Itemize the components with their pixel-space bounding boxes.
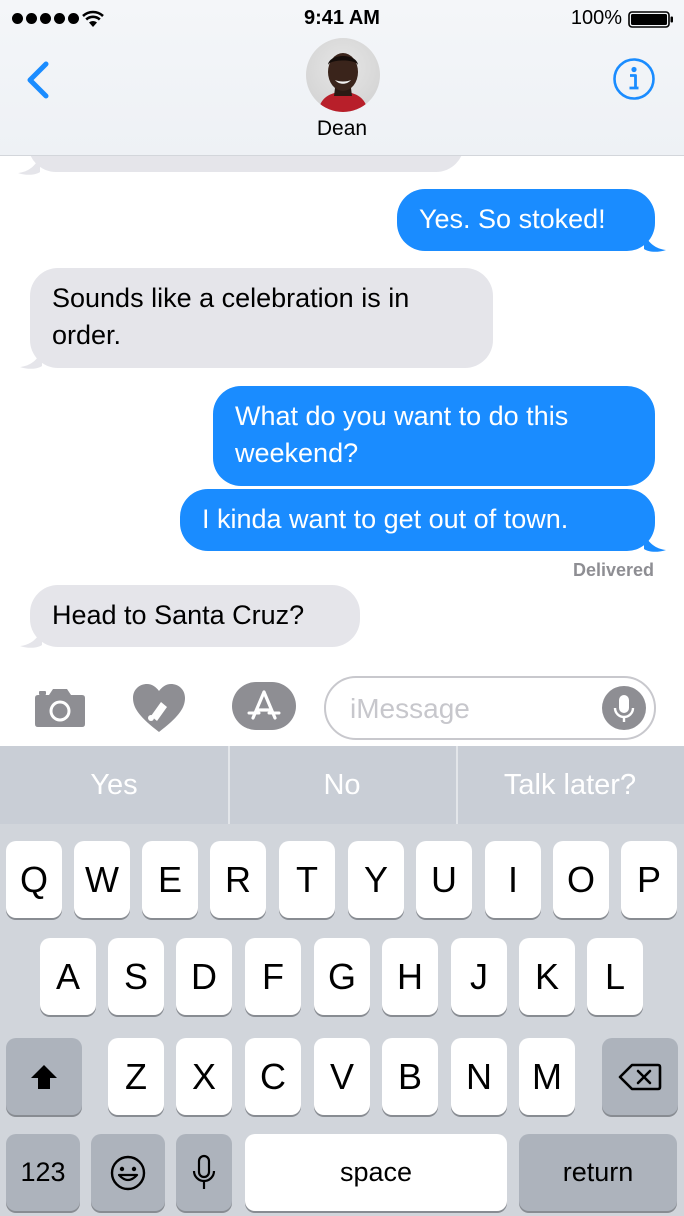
key-k[interactable]: K <box>519 938 575 1015</box>
key-j[interactable]: J <box>451 938 507 1015</box>
message-text: What do you want to do this weekend? <box>235 401 569 468</box>
message-text: Yes. So stoked! <box>419 204 606 234</box>
microphone-icon <box>192 1154 216 1189</box>
key-z[interactable]: Z <box>108 1038 164 1115</box>
message-bubble-outgoing[interactable]: I kinda want to get out of town. <box>180 489 655 551</box>
numbers-key[interactable]: 123 <box>6 1134 80 1211</box>
contact-avatar[interactable] <box>306 38 380 112</box>
key-v[interactable]: V <box>314 1038 370 1115</box>
back-chevron-icon[interactable] <box>24 60 52 100</box>
delete-key[interactable] <box>602 1038 678 1115</box>
avatar-photo <box>318 53 368 112</box>
message-input[interactable] <box>350 692 600 726</box>
message-bubble-outgoing[interactable]: Yes. So stoked! <box>397 189 655 251</box>
message-text: Head to Santa Cruz? <box>52 600 305 630</box>
key-m[interactable]: M <box>519 1038 575 1115</box>
message-bubble-incoming[interactable]: Sounds like a celebration is in order. <box>30 268 493 368</box>
message-input-bar <box>0 666 684 748</box>
camera-icon[interactable] <box>34 686 86 728</box>
bubble-tail <box>644 533 666 552</box>
microphone-icon <box>613 695 635 722</box>
dictation-key[interactable] <box>176 1134 232 1211</box>
key-e[interactable]: E <box>142 841 198 918</box>
key-a[interactable]: A <box>40 938 96 1015</box>
message-thread[interactable]: Yes. So stoked! Sounds like a celebratio… <box>0 156 684 666</box>
status-bar: 9:41 AM 100% <box>0 0 684 38</box>
key-q[interactable]: Q <box>6 841 62 918</box>
return-key-label: return <box>562 1157 634 1187</box>
message-bubble-partial <box>28 156 464 172</box>
key-n[interactable]: N <box>451 1038 507 1115</box>
key-i[interactable]: I <box>485 841 541 918</box>
bubble-tail <box>18 156 40 175</box>
key-f[interactable]: F <box>245 938 301 1015</box>
key-w[interactable]: W <box>74 841 130 918</box>
contact-name[interactable]: Dean <box>0 117 684 141</box>
shift-icon <box>31 1064 57 1089</box>
suggestion-no[interactable]: No <box>228 746 456 824</box>
delivered-status: Delivered <box>572 560 654 580</box>
suggestion-yes[interactable]: Yes <box>0 746 228 824</box>
dictation-button[interactable] <box>602 686 646 730</box>
key-c[interactable]: C <box>245 1038 301 1115</box>
key-o[interactable]: O <box>553 841 609 918</box>
key-x[interactable]: X <box>176 1038 232 1115</box>
key-l[interactable]: L <box>587 938 643 1015</box>
key-t[interactable]: T <box>279 841 335 918</box>
key-h[interactable]: H <box>382 938 438 1015</box>
delete-icon <box>618 1063 662 1090</box>
predictive-text-bar: Yes No Talk later? <box>0 746 684 824</box>
message-text: Sounds like a celebration is in order. <box>52 283 410 350</box>
numbers-key-label: 123 <box>20 1157 66 1187</box>
emoji-key[interactable] <box>91 1134 165 1211</box>
message-bubble-incoming[interactable]: Head to Santa Cruz? <box>30 585 360 647</box>
battery-percentage: 100% <box>570 7 622 29</box>
emoji-icon <box>110 1155 146 1190</box>
bubble-tail <box>20 629 42 648</box>
message-text: I kinda want to get out of town. <box>202 504 569 534</box>
key-b[interactable]: B <box>382 1038 438 1115</box>
battery-icon <box>628 11 673 28</box>
key-p[interactable]: P <box>621 841 677 918</box>
bubble-tail <box>644 233 666 252</box>
shift-key[interactable] <box>6 1038 82 1115</box>
app-store-icon[interactable] <box>232 682 296 730</box>
info-icon[interactable] <box>612 57 656 101</box>
navigation-header: 9:41 AM 100% Dean <box>0 0 684 156</box>
space-key[interactable]: space <box>245 1134 507 1211</box>
keyboard: Q W E R T Y U I O P A S D F G H J K L Z … <box>0 824 684 1216</box>
message-bubble-outgoing[interactable]: What do you want to do this weekend? <box>213 386 655 486</box>
key-r[interactable]: R <box>210 841 266 918</box>
digital-touch-icon[interactable] <box>131 682 187 734</box>
imessage-field[interactable] <box>324 676 656 740</box>
bubble-tail <box>20 350 42 369</box>
key-g[interactable]: G <box>314 938 370 1015</box>
return-key[interactable]: return <box>519 1134 677 1211</box>
key-d[interactable]: D <box>176 938 232 1015</box>
key-s[interactable]: S <box>108 938 164 1015</box>
space-key-label: space <box>339 1157 413 1187</box>
key-y[interactable]: Y <box>348 841 404 918</box>
suggestion-talk-later[interactable]: Talk later? <box>456 746 684 824</box>
key-u[interactable]: U <box>416 841 472 918</box>
